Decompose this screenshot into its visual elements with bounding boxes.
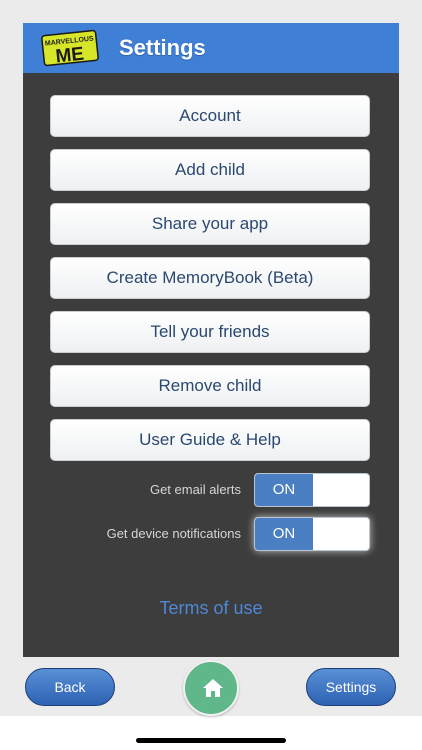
- email-alerts-toggle[interactable]: ON: [254, 473, 370, 507]
- settings-screen: MARVELLOUS ME Settings Account Add child…: [23, 23, 399, 657]
- home-indicator: [136, 738, 286, 743]
- home-button[interactable]: [183, 660, 239, 716]
- email-alerts-label: Get email alerts: [149, 482, 241, 497]
- home-icon: [203, 679, 223, 697]
- svg-text:ME: ME: [55, 44, 86, 67]
- tell-friends-button[interactable]: Tell your friends: [50, 311, 370, 353]
- device-notifications-state: ON: [255, 518, 313, 550]
- create-memorybook-button[interactable]: Create MemoryBook (Beta): [50, 257, 370, 299]
- terms-of-use-link[interactable]: Terms of use: [23, 598, 399, 619]
- user-guide-button[interactable]: User Guide & Help: [50, 419, 370, 461]
- share-app-button[interactable]: Share your app: [50, 203, 370, 245]
- account-button[interactable]: Account: [50, 95, 370, 137]
- remove-child-button[interactable]: Remove child: [50, 365, 370, 407]
- bottom-nav: Back Settings: [0, 657, 422, 716]
- marvellous-me-logo: MARVELLOUS ME: [41, 29, 101, 67]
- header-bar: MARVELLOUS ME Settings: [23, 23, 399, 73]
- add-child-button[interactable]: Add child: [50, 149, 370, 191]
- email-alerts-state: ON: [255, 474, 313, 506]
- device-notifications-label: Get device notifications: [106, 526, 241, 541]
- settings-button[interactable]: Settings: [306, 668, 396, 706]
- device-notifications-toggle[interactable]: ON: [254, 517, 370, 551]
- page-title: Settings: [119, 35, 206, 60]
- back-button[interactable]: Back: [25, 668, 115, 706]
